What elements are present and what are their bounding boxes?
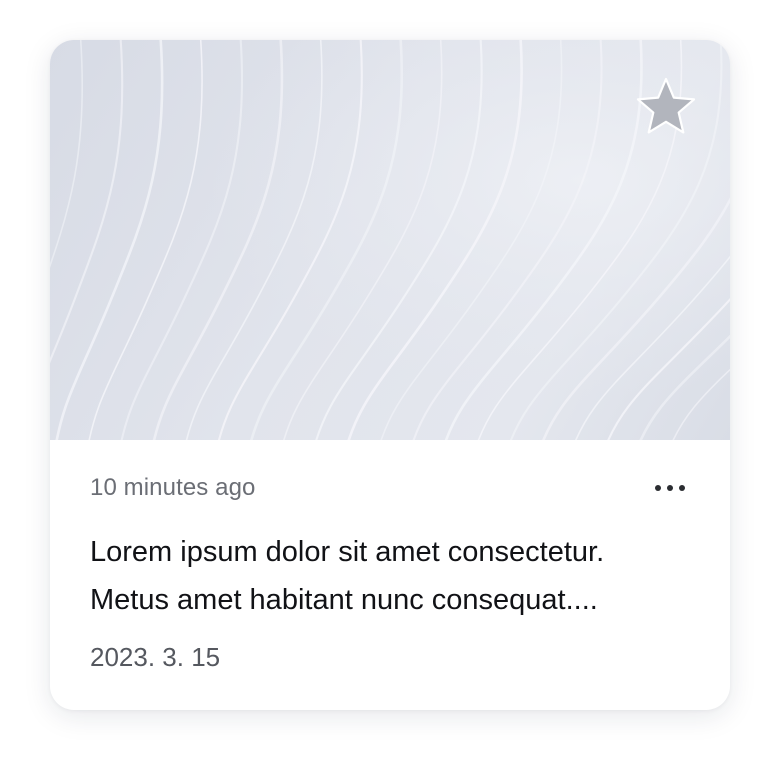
card-date: 2023. 3. 15 bbox=[90, 642, 221, 672]
timestamp: 10 minutes ago bbox=[90, 474, 256, 501]
card-meta-row: 10 minutes ago bbox=[90, 472, 690, 504]
star-icon bbox=[636, 77, 696, 134]
more-horizontal-icon-dot bbox=[667, 485, 673, 491]
card-thumbnail bbox=[50, 40, 730, 440]
more-options-button[interactable] bbox=[646, 472, 694, 504]
card-title[interactable]: Lorem ipsum dolor sit amet consectetur. … bbox=[90, 528, 690, 624]
wave-lines-image bbox=[50, 40, 730, 440]
favorite-button[interactable] bbox=[634, 74, 698, 138]
card-title-line-2: Metus amet habitant nunc consequat.... bbox=[90, 584, 598, 616]
more-horizontal-icon-dot bbox=[679, 485, 685, 491]
more-horizontal-icon bbox=[655, 485, 661, 491]
card-title-line-1: Lorem ipsum dolor sit amet consectetur. bbox=[90, 536, 605, 568]
article-card[interactable]: 10 minutes ago Lorem ipsum dolor sit ame… bbox=[50, 40, 730, 710]
